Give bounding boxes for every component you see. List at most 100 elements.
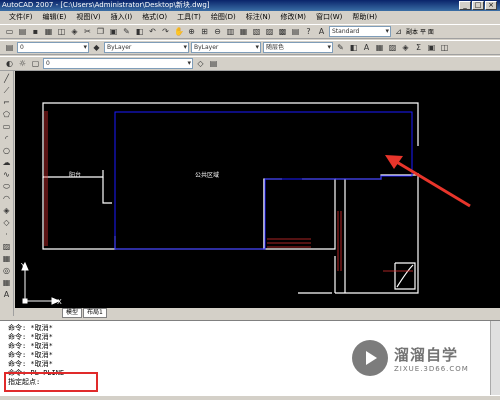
block-editor-icon[interactable]: ◧ [134,26,145,37]
gradient-icon[interactable]: ▦ [2,254,12,264]
standard-toolbar: ▭ ▤ ▪ ▦ ◫ ◈ ✂ ❐ ▣ ✎ ◧ ↶ ↷ ✋ ⊕ ⊞ ⊖ ▥ ▦ ▧ … [0,24,500,39]
draw-toolbar: ╱ ⟋ ⌐ ⬠ ▭ ◜ ○ ☁ ∿ ⬭ ◠ ◈ ◇ · ▨ ▦ ◎ ▦ A [0,71,14,316]
pan-icon[interactable]: ✋ [173,26,184,37]
table-icon[interactable]: ▦ [374,42,385,53]
ellipse-icon[interactable]: ⬭ [2,182,12,192]
match-properties-icon[interactable]: ✎ [121,26,132,37]
frame-icon[interactable]: ◫ [439,42,450,53]
sum-icon[interactable]: Σ [413,42,424,53]
menu-draw[interactable]: 绘图(D) [206,12,241,22]
outer-wall-left [42,102,123,178]
save-icon[interactable]: ▪ [30,26,41,37]
hatch-draw-icon[interactable]: ▨ [2,242,12,252]
minimize-button[interactable]: _ [459,1,471,10]
design-center-icon[interactable]: ▦ [238,26,249,37]
copy-icon[interactable]: ❐ [95,26,106,37]
menu-window[interactable]: 窗口(W) [311,12,347,22]
ellipse-arc-icon[interactable]: ◠ [2,194,12,204]
toolbar-label-copy: 副本 [406,29,419,36]
open-file-icon[interactable]: ▤ [17,26,28,37]
spline-icon[interactable]: ∿ [2,170,12,180]
redo-icon[interactable]: ↷ [160,26,171,37]
floor-plan: 阳台 公共区域 Y X [20,102,471,306]
menu-insert[interactable]: 插入(I) [106,12,138,22]
bath-wall [263,178,336,250]
cut-icon[interactable]: ✂ [82,26,93,37]
menu-dimension[interactable]: 标注(N) [241,12,276,22]
calculator-icon[interactable]: ▤ [290,26,301,37]
zoom-realtime-icon[interactable]: ⊕ [186,26,197,37]
block-icon[interactable]: ◈ [400,42,411,53]
menu-tools[interactable]: 工具(T) [172,12,206,22]
circle-icon[interactable]: ○ [2,146,12,156]
color-select[interactable]: 随层色 [263,42,333,53]
menu-file[interactable]: 文件(F) [4,12,38,22]
room-label-public: 公共区域 [195,171,219,179]
zoom-previous-icon[interactable]: ⊖ [212,26,223,37]
preview-icon[interactable]: ◫ [56,26,67,37]
sheet-set-icon[interactable]: ▨ [264,26,275,37]
layer-state-select[interactable]: 0 [43,58,193,69]
region-icon[interactable]: ◎ [2,266,12,276]
menu-help[interactable]: 帮助(H) [347,12,382,22]
polygon-icon[interactable]: ⬠ [2,110,12,120]
make-block-icon[interactable]: ◇ [2,218,12,228]
properties-icon[interactable]: ▥ [225,26,236,37]
rectangle-icon[interactable]: ▭ [2,122,12,132]
undo-icon[interactable]: ↶ [147,26,158,37]
text-style-select[interactable]: Standard [329,26,391,37]
layer-lock-icon[interactable]: ▢ [30,58,41,69]
brush-icon[interactable]: ✎ [335,42,346,53]
table-draw-icon[interactable]: ▦ [2,278,12,288]
drawing-canvas[interactable]: 阳台 公共区域 Y X [15,71,500,308]
toolbar-label-plane: 平 面 [420,29,434,36]
hatch-icon[interactable]: ▨ [387,42,398,53]
menu-format[interactable]: 格式(O) [137,12,172,22]
maximize-button[interactable]: □ [472,1,484,10]
properties-toolbar: ▤ 0 ◆ ByLayer ByLayer 随层色 ✎ ◧ A ▦ ▨ ◈ Σ … [0,40,500,55]
paste-icon[interactable]: ▣ [108,26,119,37]
lineweight-select[interactable]: ByLayer [191,42,261,53]
menu-view[interactable]: 视图(V) [71,12,105,22]
watermark-url: ZIXUE.3D66.COM [394,364,469,373]
markup-icon[interactable]: ▩ [277,26,288,37]
point-icon[interactable]: · [2,230,12,240]
text-style-icon: A [318,27,325,36]
layer-manager-icon[interactable]: ▤ [4,42,15,53]
room-label-balcony: 阳台 [69,171,81,179]
make-current-icon[interactable]: ◆ [91,42,102,53]
construction-line-icon[interactable]: ⟋ [2,86,12,96]
ucs-y-label: Y [20,262,26,270]
annotation-arrow [385,155,471,208]
tab-layout1[interactable]: 布局1 [83,308,107,318]
insert-block-icon[interactable]: ◈ [2,206,12,216]
arc-icon[interactable]: ◜ [2,134,12,144]
multiline-text-icon[interactable]: A [2,290,12,300]
play-logo-icon [352,340,388,376]
new-file-icon[interactable]: ▭ [4,26,15,37]
menu-edit[interactable]: 编辑(E) [38,12,72,22]
layer-previous-icon[interactable]: ◇ [195,58,206,69]
line-icon[interactable]: ╱ [2,74,12,84]
text-icon[interactable]: A [361,42,372,53]
layer-select[interactable]: 0 [17,42,89,53]
tab-model[interactable]: 模型 [62,308,83,318]
zoom-window-icon[interactable]: ⊞ [199,26,210,37]
layer-on-icon[interactable]: ◐ [4,58,15,69]
menu-modify[interactable]: 修改(M) [275,12,311,22]
polyline-icon[interactable]: ⌐ [2,98,12,108]
print-icon[interactable]: ▦ [43,26,54,37]
watermark: 溜溜自学 ZIXUE.3D66.COM [352,330,496,386]
linetype-select[interactable]: ByLayer [104,42,189,53]
help-icon[interactable]: ? [303,26,314,37]
revcloud-icon[interactable]: ☁ [2,158,12,168]
layer-tools-icon[interactable]: ◧ [348,42,359,53]
publish-icon[interactable]: ◈ [69,26,80,37]
layer-freeze-icon[interactable]: ☼ [17,58,28,69]
dim-style-icon: ⊿ [395,27,402,36]
outer-wall-top [123,102,419,146]
tool-palettes-icon[interactable]: ▧ [251,26,262,37]
layer-states-icon[interactable]: ▤ [208,58,219,69]
close-button[interactable]: × [485,1,497,10]
image-icon[interactable]: ▣ [426,42,437,53]
